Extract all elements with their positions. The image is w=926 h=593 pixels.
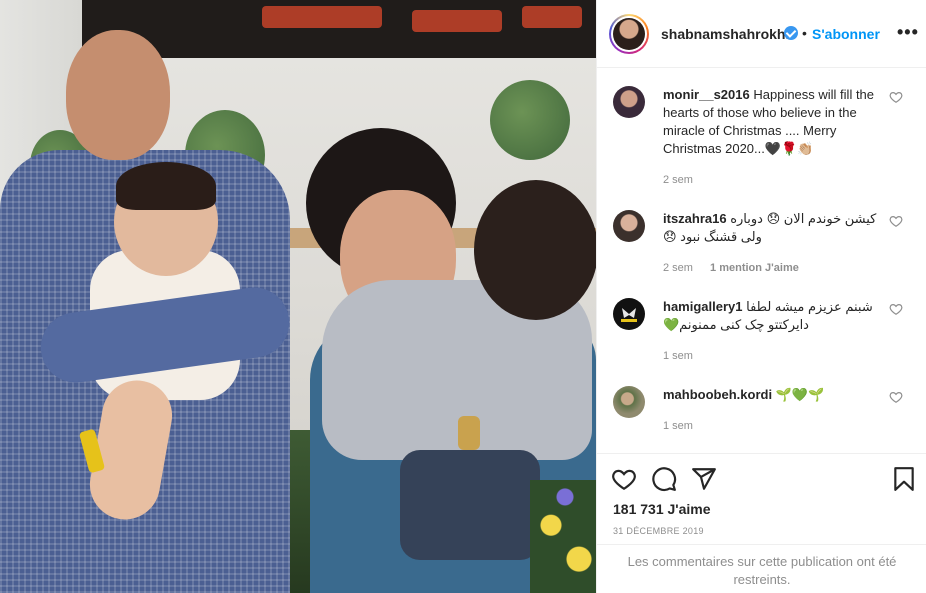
hami-logo-icon: [621, 308, 637, 322]
comment-like-heart-icon[interactable]: [889, 90, 903, 104]
follow-button[interactable]: S'abonner: [812, 26, 880, 42]
photo-child-head: [474, 180, 596, 320]
post-actions: 181 731 J'aime 31 DÉCEMBRE 2019 Les comm…: [597, 453, 926, 593]
comment-like-heart-icon[interactable]: [889, 302, 903, 316]
verified-badge-icon: [784, 26, 798, 40]
photo-baby-hair: [116, 162, 216, 210]
share-icon[interactable]: [691, 466, 717, 492]
header-separator: •: [802, 25, 807, 41]
comment-like-heart-icon[interactable]: [889, 214, 903, 228]
author-username[interactable]: shabnamshahrokhi: [661, 26, 789, 42]
post-side-panel: shabnamshahrokhi • S'abonner ••• monir__…: [596, 0, 926, 593]
comment-time[interactable]: 1 sem: [663, 350, 693, 362]
comment-text: 🌱💚🌱: [775, 387, 825, 402]
comment-username[interactable]: hamigallery1: [663, 299, 743, 314]
comment-avatar[interactable]: [613, 86, 645, 118]
comment-meta: 2 sem 1 mention J'aime: [663, 262, 813, 274]
comments-restricted-notice: Les commentaires sur cette publication o…: [597, 544, 926, 593]
comment-avatar[interactable]: [613, 386, 645, 418]
photo-banner: [82, 0, 596, 58]
photo-plant: [490, 80, 570, 160]
comment-meta: 2 sem: [663, 174, 707, 186]
comment-time[interactable]: 1 sem: [663, 420, 693, 432]
comment-avatar[interactable]: [613, 298, 645, 330]
comment-time[interactable]: 2 sem: [663, 262, 693, 274]
comment-like-heart-icon[interactable]: [889, 390, 903, 404]
more-options-icon[interactable]: •••: [897, 22, 919, 43]
comment-username[interactable]: monir__s2016: [663, 87, 750, 102]
comment-meta: 1 sem: [663, 420, 707, 432]
bookmark-icon[interactable]: [891, 466, 917, 492]
post-photo[interactable]: [0, 0, 596, 593]
comment-username[interactable]: mahboobeh.kordi: [663, 387, 772, 402]
heart-icon[interactable]: [611, 466, 637, 492]
photo-man-head: [66, 30, 170, 160]
comment-avatar[interactable]: [613, 210, 645, 242]
photo-watch: [458, 416, 480, 450]
comment-icon[interactable]: [651, 466, 677, 492]
comment-username[interactable]: itszahra16: [663, 211, 727, 226]
post-date[interactable]: 31 DÉCEMBRE 2019: [613, 526, 704, 536]
author-avatar[interactable]: [609, 14, 649, 54]
likes-count[interactable]: 181 731 J'aime: [613, 501, 711, 517]
comment-meta: 1 sem: [663, 350, 707, 362]
comment-time[interactable]: 2 sem: [663, 174, 693, 186]
photo-flowers: [530, 480, 596, 593]
comment-likes[interactable]: 1 mention J'aime: [710, 262, 799, 274]
photo-child-pants: [400, 450, 540, 560]
post-header: shabnamshahrokhi • S'abonner •••: [597, 0, 926, 68]
